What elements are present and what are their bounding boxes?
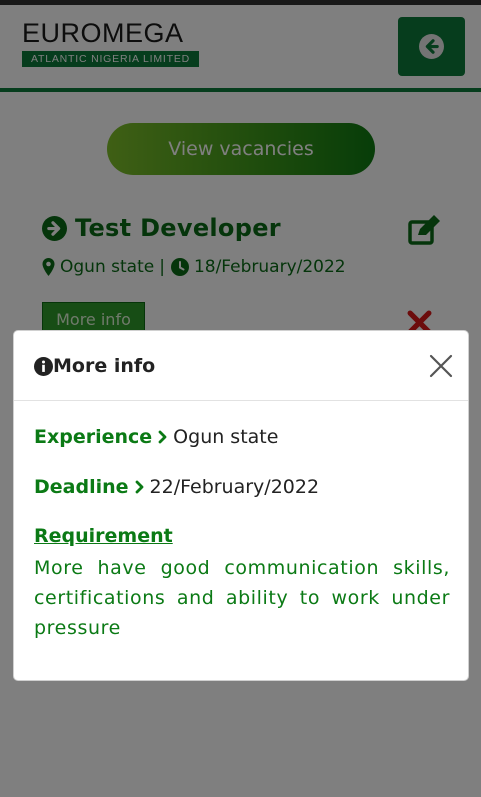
deadline-row: Deadline 22/February/2022 (34, 476, 319, 498)
chevron-right-icon (158, 430, 167, 444)
deadline-label: Deadline (34, 476, 129, 498)
more-info-modal: More info Experience Ogun state Deadline… (13, 330, 469, 681)
deadline-value: 22/February/2022 (149, 476, 320, 498)
modal-title-text: More info (53, 355, 156, 377)
experience-row: Experience Ogun state (34, 426, 278, 448)
modal-title: More info (34, 355, 155, 377)
experience-value: Ogun state (173, 426, 279, 448)
experience-label: Experience (34, 426, 153, 448)
requirement-text: More have good communication skills, cer… (34, 557, 450, 639)
info-circle-icon (34, 356, 53, 376)
close-icon[interactable] (428, 353, 454, 379)
requirement-label: Requirement (34, 525, 173, 547)
chevron-right-icon (135, 480, 143, 494)
modal-header: More info (14, 331, 468, 401)
